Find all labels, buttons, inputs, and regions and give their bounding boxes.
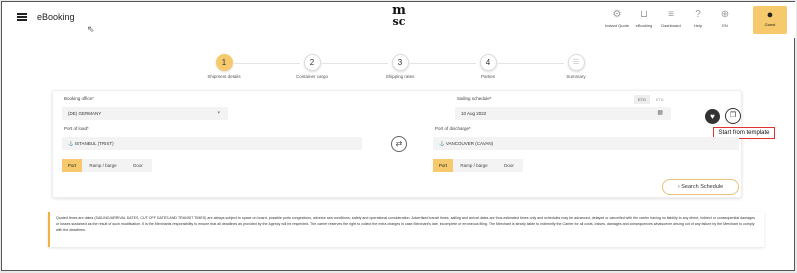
msc-logo[interactable]: m sc [388,4,410,29]
step-label: Shipment details [207,74,241,79]
nav-label: eBooking [635,23,653,28]
schedule-disclaimer: Quoted times are dates (SAILING/ARRIVAL … [48,212,764,247]
nav-label: Dashboard [661,23,681,28]
summary-icon: ☰ [567,54,585,71]
port-of-load-field[interactable]: ⚓ ISTANBUL (TRIST) [62,137,362,150]
discharge-option-ramp-barge[interactable]: Ramp / barge [453,159,495,172]
port-of-load-value: ISTANBUL (TRIST) [74,141,114,146]
load-option-port[interactable]: Port [62,159,82,172]
step-number: 3 [391,54,409,71]
step-label: Summary [566,74,586,79]
step-container-cargo[interactable]: 2 Container cargo [282,54,342,79]
load-option-ramp-barge[interactable]: Ramp / barge [82,159,124,172]
calendar-icon[interactable]: ▦ [657,107,663,120]
step-number: 4 [479,54,497,71]
port-of-load-label: Port of load* [64,126,89,131]
guest-label: Guest [764,22,776,27]
search-schedule-label: Search Schedule [681,184,724,190]
nav-help[interactable]: ? Help [683,8,713,28]
step-number: 1 [215,54,233,71]
globe-icon: ⊕ [720,9,730,20]
port-of-discharge-field[interactable]: ⚓ VANCOUVER (CAVAN) [433,137,739,150]
booking-office-value: (DE) GERMANY [68,111,102,116]
nav-label: EN [722,23,728,28]
dashboard-icon: ≡ [668,9,674,20]
nav-label: Help [693,23,703,28]
search-schedule-button[interactable]: › Search Schedule [662,179,739,195]
booking-office-select[interactable]: (DE) GERMANY ▾ [62,107,228,120]
discharge-option-door[interactable]: Door [495,159,523,172]
discharge-option-port[interactable]: Port [433,159,453,172]
mouse-cursor-icon: ⇖ [87,24,95,34]
step-label: Parties [480,74,495,79]
nav-instant-quote[interactable]: ⚙ Instant Quote [602,8,632,28]
port-of-discharge-label: Port of discharge* [435,126,471,131]
sailing-schedule-label: Sailing schedule* [457,96,492,101]
app-window: eBooking ⇖ m sc ⚙ Instant Quote ⊔ eBooki… [1,1,796,271]
toggle-eta[interactable]: ETA [652,95,667,104]
app-title: eBooking [37,12,75,22]
step-shipping-rates[interactable]: 3 Shipping rates [370,54,430,79]
anchor-icon: ⚓ [439,141,446,146]
step-label: Shipping rates [385,74,415,79]
nav-label: Instant Quote [604,23,629,28]
top-bar: eBooking ⇖ m sc ⚙ Instant Quote ⊔ eBooki… [2,2,796,38]
template-icon[interactable]: ❐ [725,108,741,124]
nav-language[interactable]: ⊕ EN [710,8,740,28]
swap-ports-icon[interactable]: ⇄ [391,136,407,152]
booking-office-label: Booking office* [64,96,94,101]
help-icon: ? [695,9,701,20]
sailing-date-value: 10 Aug 2022 [461,111,487,116]
step-label: Container cargo [295,74,329,79]
step-number: 2 [303,54,321,71]
menu-icon[interactable] [17,13,27,21]
load-option-door[interactable]: Door [124,159,152,172]
guest-button[interactable]: ● Guest [753,6,787,34]
cart-icon: ⊔ [640,9,648,20]
instant-quote-icon: ⚙ [612,9,622,20]
toggle-etd[interactable]: ETD [634,95,650,104]
sailing-schedule-date-field[interactable]: 10 Aug 2022 ▦ [455,107,671,120]
step-summary[interactable]: ☰ Summary [546,54,606,79]
chevron-down-icon: ▾ [217,110,220,116]
port-of-discharge-value: VANCOUVER (CAVAN) [445,141,494,146]
anchor-icon: ⚓ [68,141,75,146]
user-icon: ● [766,9,774,21]
step-parties[interactable]: 4 Parties [458,54,518,79]
nav-ebooking[interactable]: ⊔ eBooking [629,8,659,28]
step-shipment-details[interactable]: 1 Shipment details [194,54,254,79]
nav-dashboard[interactable]: ≡ Dashboard [656,8,686,28]
favorite-icon[interactable]: ♥ [705,109,720,124]
